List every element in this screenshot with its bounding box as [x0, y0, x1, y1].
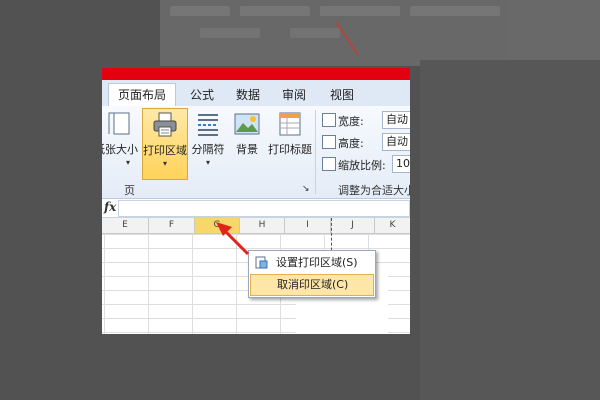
function-icon[interactable]: fx — [104, 200, 116, 214]
width-icon — [322, 113, 336, 127]
page-setup-group-label: 页 — [124, 184, 135, 197]
print-area-dropdown-menu: 设置打印区域(S) 取消印区域(C) — [248, 250, 376, 298]
chevron-down-icon: ▾ — [162, 159, 167, 168]
clear-print-area-item[interactable]: 取消印区域(C) — [250, 274, 374, 296]
ribbon-panel: 纸张大小 ▾ 打印区域 ▾ 分隔符 ▾ — [102, 106, 410, 199]
paper-size-label: 纸张大小 — [102, 143, 138, 156]
zoom-input[interactable]: 100 — [392, 155, 410, 173]
breaks-button[interactable]: 分隔符 ▾ — [188, 108, 228, 178]
printer-icon — [153, 112, 177, 137]
background-panel — [420, 60, 600, 400]
group-divider — [315, 110, 316, 194]
set-print-area-item[interactable]: 设置打印区域(S) — [250, 253, 374, 273]
print-titles-icon — [279, 112, 301, 136]
background-image-icon — [234, 113, 260, 135]
blurred-text — [410, 6, 500, 16]
height-select[interactable]: 自动 — [382, 133, 410, 151]
print-area-label: 打印区域 — [143, 144, 187, 157]
blurred-text — [170, 6, 230, 16]
column-header-h[interactable]: H — [240, 218, 285, 234]
formula-bar: fx — [102, 199, 410, 218]
page-break-icon — [198, 114, 218, 136]
formula-input[interactable] — [118, 200, 410, 217]
tab-page-layout[interactable]: 页面布局 — [108, 83, 176, 107]
height-icon — [322, 135, 336, 149]
column-header-i[interactable]: I — [285, 218, 331, 234]
dialog-launcher-icon[interactable]: ↘ — [302, 184, 310, 194]
print-titles-label: 打印标题 — [268, 143, 312, 156]
tab-formulas[interactable]: 公式 — [182, 84, 222, 106]
width-label: 宽度: — [338, 115, 364, 128]
blurred-text — [240, 6, 310, 16]
column-header-e[interactable]: E — [102, 218, 149, 234]
tab-data[interactable]: 数据 — [228, 84, 268, 106]
tab-review[interactable]: 审阅 — [274, 84, 314, 106]
background-label: 背景 — [236, 143, 258, 156]
set-print-area-label: 设置打印区域(S) — [276, 256, 358, 269]
paper-size-icon — [108, 112, 130, 135]
print-titles-button[interactable]: 打印标题 — [266, 108, 314, 178]
blurred-text — [200, 28, 260, 38]
height-label: 高度: — [338, 137, 364, 150]
background-button[interactable]: 背景 — [228, 108, 266, 178]
ribbon-tabs: 页面布局 公式 数据 审阅 视图 — [102, 80, 410, 107]
width-select[interactable]: 自动 — [382, 111, 410, 129]
column-header-k[interactable]: K — [375, 218, 410, 234]
scale-group-label: 调整为合适大小 — [338, 184, 410, 197]
print-area-button[interactable]: 打印区域 ▾ — [142, 108, 188, 180]
set-print-area-icon — [255, 256, 268, 269]
tab-view[interactable]: 视图 — [322, 84, 362, 106]
breaks-label: 分隔符 — [191, 143, 225, 156]
clear-print-area-label: 取消印区域(C) — [277, 278, 349, 291]
title-bar-accent — [102, 68, 410, 80]
chevron-down-icon: ▾ — [205, 158, 210, 167]
paper-size-button[interactable]: 纸张大小 ▾ — [102, 108, 142, 178]
column-header-j[interactable]: J — [331, 218, 375, 234]
blurred-text — [290, 28, 340, 38]
column-header-g[interactable]: G — [195, 218, 240, 234]
blurred-text — [320, 6, 400, 16]
zoom-label: 缩放比例: — [338, 159, 386, 172]
column-header-f[interactable]: F — [149, 218, 195, 234]
background-toolbar-blur — [160, 0, 600, 66]
zoom-icon — [322, 157, 336, 171]
excel-screenshot: 页面布局 公式 数据 审阅 视图 纸张大小 ▾ 打印区域 ▾ — [102, 68, 410, 334]
